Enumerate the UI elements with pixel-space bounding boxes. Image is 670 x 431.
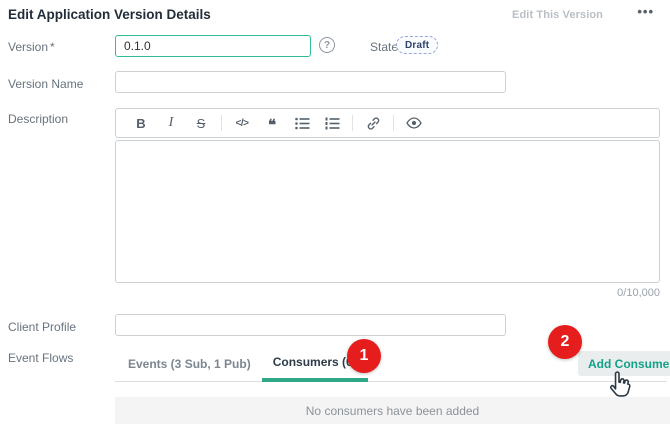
status-badge: Draft xyxy=(396,36,438,54)
numbered-list-icon[interactable] xyxy=(317,112,347,134)
help-icon[interactable]: ? xyxy=(319,37,335,53)
client-profile-input[interactable] xyxy=(115,314,506,336)
toolbar-divider xyxy=(352,115,353,131)
bold-icon[interactable]: B xyxy=(126,112,156,134)
toolbar-divider xyxy=(393,115,394,131)
version-label: Version* xyxy=(8,40,55,54)
version-name-input[interactable] xyxy=(115,71,506,93)
preview-eye-icon[interactable] xyxy=(399,112,429,134)
more-options-icon[interactable]: ••• xyxy=(637,4,654,19)
event-flows-label: Event Flows xyxy=(8,351,73,365)
italic-icon[interactable]: I xyxy=(156,112,186,134)
code-icon[interactable]: </> xyxy=(227,112,257,134)
annotation-badge-1: 1 xyxy=(347,339,381,373)
hand-cursor-icon xyxy=(605,369,633,404)
edit-application-version-panel: Edit Application Version Details Edit Th… xyxy=(0,0,670,431)
bullet-list-icon[interactable] xyxy=(287,112,317,134)
richtext-toolbar: B I S </> ❝ xyxy=(115,108,660,138)
char-counter: 0/10,000 xyxy=(115,287,660,299)
blockquote-icon[interactable]: ❝ xyxy=(257,109,287,137)
version-input[interactable] xyxy=(115,35,311,57)
description-label: Description xyxy=(8,112,68,126)
edit-this-version-button[interactable]: Edit This Version xyxy=(512,9,603,21)
description-textarea[interactable] xyxy=(115,140,660,283)
required-asterisk: * xyxy=(50,40,55,54)
state-label: State xyxy=(370,40,398,54)
annotation-badge-2: 2 xyxy=(548,325,582,359)
strikethrough-icon[interactable]: S xyxy=(186,112,216,134)
page-title: Edit Application Version Details xyxy=(8,7,211,22)
toolbar-divider xyxy=(221,115,222,131)
version-name-label: Version Name xyxy=(8,77,83,91)
link-icon[interactable] xyxy=(358,112,388,134)
client-profile-label: Client Profile xyxy=(8,320,76,334)
tab-events[interactable]: Events (3 Sub, 1 Pub) xyxy=(117,345,262,382)
empty-consumers-message: No consumers have been added xyxy=(115,397,670,424)
